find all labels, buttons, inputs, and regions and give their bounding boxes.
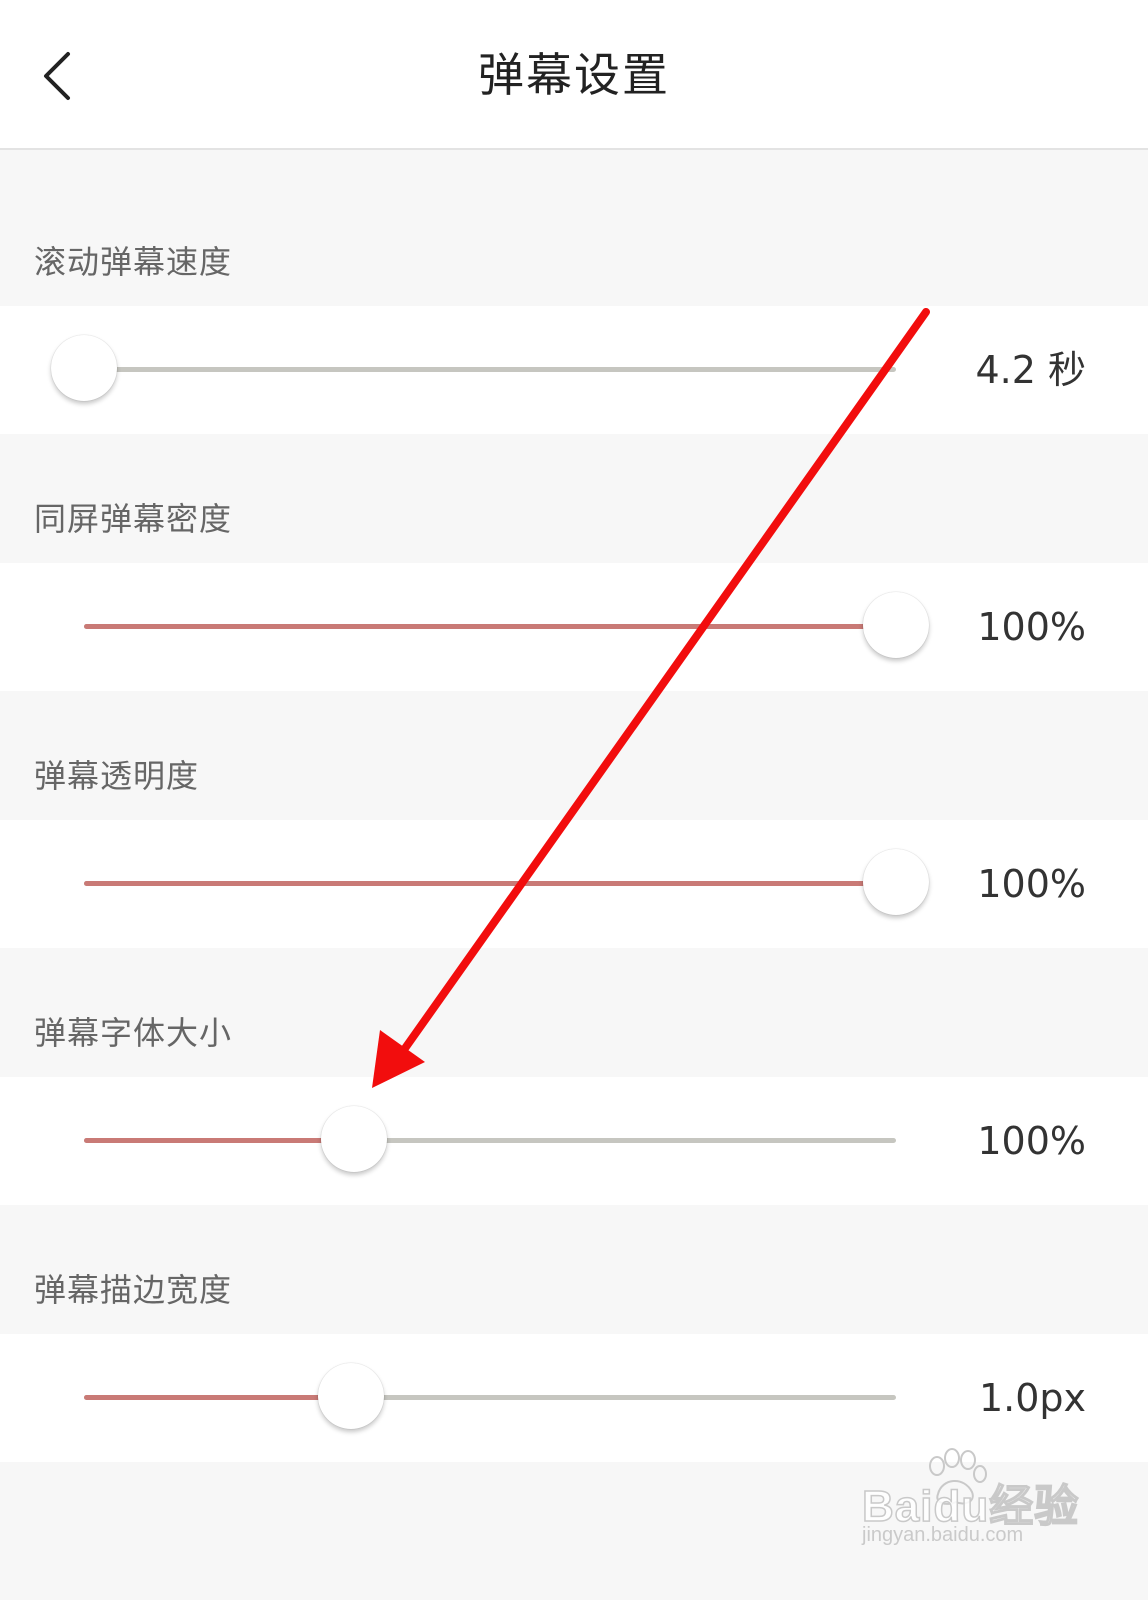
slider-thumb[interactable]: [863, 592, 929, 658]
slider-fill: [84, 624, 896, 629]
stroke-width-value: 1.0px: [978, 1376, 1086, 1420]
stroke-width-slider[interactable]: [84, 1363, 896, 1429]
font-size-slider[interactable]: [84, 1106, 896, 1172]
top-bar: 弹幕设置: [0, 0, 1148, 150]
slider-track: [84, 1395, 896, 1400]
slider-track: [84, 1138, 896, 1143]
opacity-value: 100%: [977, 862, 1086, 906]
font-size-row: 100%: [0, 1077, 1148, 1205]
density-slider[interactable]: [84, 592, 929, 658]
stroke-width-label: 弹幕描边宽度: [34, 1271, 233, 1309]
density-row: 100%: [0, 563, 1148, 691]
slider-fill: [84, 1138, 354, 1143]
scroll-speed-slider[interactable]: [51, 335, 896, 401]
font-size-label: 弹幕字体大小: [34, 1014, 233, 1052]
slider-track: [84, 881, 896, 886]
slider-track: [84, 624, 896, 629]
baidu-watermark: Baidu经验 jingyan.baidu.com: [860, 1446, 1120, 1556]
scroll-speed-label: 滚动弹幕速度: [34, 243, 233, 281]
slider-thumb[interactable]: [51, 335, 117, 401]
slider-fill: [84, 1395, 351, 1400]
page-title: 弹幕设置: [478, 48, 670, 102]
slider-thumb[interactable]: [321, 1106, 387, 1172]
opacity-row: 100%: [0, 820, 1148, 948]
slider-fill: [84, 881, 896, 886]
font-size-value: 100%: [977, 1119, 1086, 1163]
stroke-width-row: 1.0px: [0, 1334, 1148, 1462]
watermark-url: jingyan.baidu.com: [862, 1524, 1024, 1546]
slider-thumb[interactable]: [863, 849, 929, 915]
opacity-label: 弹幕透明度: [34, 757, 200, 795]
density-label: 同屏弹幕密度: [34, 500, 233, 538]
scroll-speed-value: 4.2 秒: [975, 348, 1086, 392]
slider-track: [84, 367, 896, 372]
opacity-slider[interactable]: [84, 849, 929, 915]
scroll-speed-row: 4.2 秒: [0, 306, 1148, 434]
density-value: 100%: [977, 605, 1086, 649]
slider-thumb[interactable]: [318, 1363, 384, 1429]
